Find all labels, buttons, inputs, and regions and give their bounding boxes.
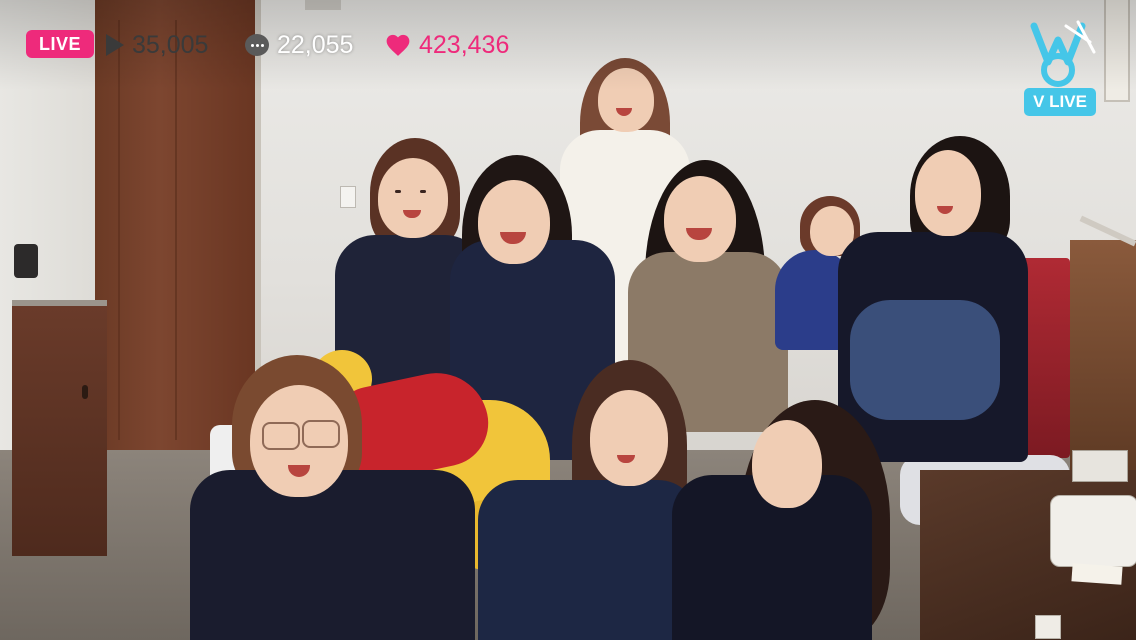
view-count-value: 35,005 (132, 30, 209, 59)
wall-outlet (1035, 615, 1061, 639)
like-count: 423,436 (385, 30, 509, 60)
chat-bubble-icon (245, 34, 269, 56)
view-count: 35,005 (106, 30, 208, 60)
cabinet (12, 300, 107, 556)
like-count-value: 423,436 (419, 30, 510, 59)
alarm-clock (1072, 450, 1128, 482)
live-video-frame[interactable] (0, 0, 1136, 640)
cabinet-knob (82, 385, 88, 399)
comment-count: 22,055 (245, 30, 353, 60)
heart-icon (386, 34, 410, 56)
comment-count-value: 22,055 (277, 30, 354, 59)
desk-phone (1050, 495, 1136, 567)
live-badge: LIVE (26, 30, 94, 58)
side-furniture (1070, 240, 1136, 470)
vlive-logo-text: V LIVE (1024, 88, 1096, 116)
light-switch (340, 186, 356, 208)
kettle (14, 244, 38, 278)
play-icon (106, 34, 124, 56)
note-paper (1071, 563, 1123, 585)
